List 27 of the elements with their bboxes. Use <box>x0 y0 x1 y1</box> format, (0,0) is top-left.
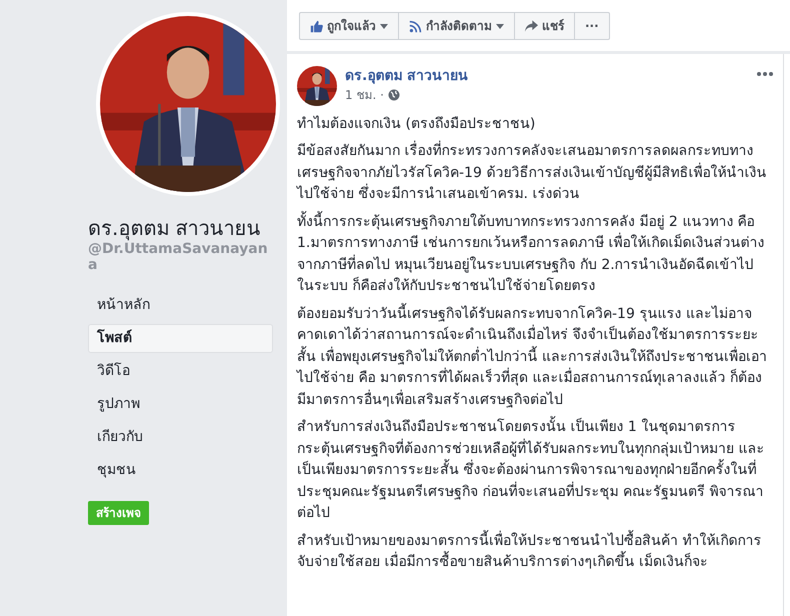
nav-item[interactable]: ชุมชน <box>88 456 273 485</box>
post-paragraph: มีข้อสงสัยกันมาก เรื่องที่กระทรวงการคลังจะเสนอมาตรการลดผลกระทบทางเศรษฐกิจจากภัยไวรัสโควิค-19 ด้วยวิธีการส่งเงินเข้าบัญชีผู้มีสิทธิเพื่อให้นำเงินไปใช้จ่าย ซึ่งจะมีการนำเสนอเข้าครม. เร่งด่วน <box>297 141 773 206</box>
post-paragraph: สำหรับเป้าหมายของมาตรการนี้เพื่อให้ประชาชนนำไปซื้อสินค้า ทำให้เกิดการจับจ่ายใช้สอย เมื่อมีการซื้อขายสินค้าบริการต่างๆเกิดขึ้น เม็ดเงินก็จะ <box>297 530 773 574</box>
page-handle: @Dr.UttamaSavanayana <box>88 241 268 273</box>
action-button[interactable]: กำลังติดตาม <box>398 13 514 39</box>
rss-icon <box>409 20 422 32</box>
nav-item[interactable]: วิดีโอ <box>88 357 273 386</box>
nav-item[interactable]: หน้าหลัก <box>88 291 273 320</box>
caret-icon <box>380 24 388 28</box>
post-paragraph: สำหรับการส่งเงินถึงมือประชาชนโดยตรงนั้น เป็นเพียง 1 ในชุดมาตรการกระตุ้นเศรษฐกิจที่ต้องการช่วยเหลือผู้ที่ได้รับผลกระทบในทุกกลุ่มเป้าหมาย และเป็นเพียงมาตรการระยะสั้น ซึ่งจะต้องผ่านการพิจารณาของทุกฝ่ายอีกครั้งในที่ประชุมคณะรัฐมนตรีเศรษฐกิจ ก่อนที่จะเสนอที่ประชุม คณะรัฐมนตรี พิจารณาต่อไป <box>297 417 773 524</box>
post-paragraph: ต้องยอมรับว่าวันนี้เศรษฐกิจได้รับผลกระทบจากโควิค-19 รุนแรง และไม่อาจคาดเดาได้ว่าสถานการณ์จะดำเนินถึงเมื่อไหร่ จึงจำเป็นต้องใช้มาตรการระยะสั้น เพื่อพยุงเศรษฐกิจไม่ให้ตกต่ำไปกว่านี้ และการส่งเงินให้ถึงประชาชนเพื่อเอาไปใช้จ่าย คือ มาตรการที่ได้ผลเร็วที่สุด และเมื่อสถานการณ์ทุเลาลงแล้ว ก็ต้องมีมาตรการอื่นๆเพื่อเสริมสร้างเศรษฐกิจต่อไป <box>297 304 773 411</box>
thumbs-up-icon <box>310 20 323 32</box>
share-arrow-icon <box>525 20 538 32</box>
action-button[interactable]: แชร์ <box>514 13 574 39</box>
nav-item[interactable]: เกียวกับ <box>88 423 273 452</box>
post-time[interactable]: 1 ชม. · <box>345 86 384 104</box>
author-name[interactable]: ดร.อุตตม สาวนายน <box>345 66 749 86</box>
more-button[interactable]: ··· <box>574 13 609 39</box>
post-paragraph: ทั้งนี้การกระตุ้นเศรษฐกิจภายใต้บทบาทกระทรวงการคลัง มีอยู่ 2 แนวทาง คือ 1.มาตรการทางภาษี เช่นการยกเว้นหรือการลดภาษี เพื่อให้เกิดเม็ดเงินส่วนต่างจากภาษีที่ลดไป หมุนเวียนอยู่ในระบบเศรษฐกิจ กับ 2.การนำเงินอัดฉีดเข้าไปในระบบ ก็คือส่งให้กับประชาชนไปใช้จ่ายโดยตรง <box>297 212 773 298</box>
page-name: ดร.อุตตม สาวนายน <box>88 215 262 241</box>
caret-icon <box>496 24 504 28</box>
post-title: ทำไมต้องแจกเงิน (ตรงถึงมือประชาชน) <box>297 114 536 134</box>
globe-icon <box>388 89 400 101</box>
nav-item[interactable]: รูปภาพ <box>88 390 273 419</box>
nav-item[interactable]: โพสต์ <box>88 324 273 353</box>
more-options-icon[interactable] <box>757 72 773 76</box>
action-button[interactable]: ถูกใจแล้ว <box>300 13 398 39</box>
